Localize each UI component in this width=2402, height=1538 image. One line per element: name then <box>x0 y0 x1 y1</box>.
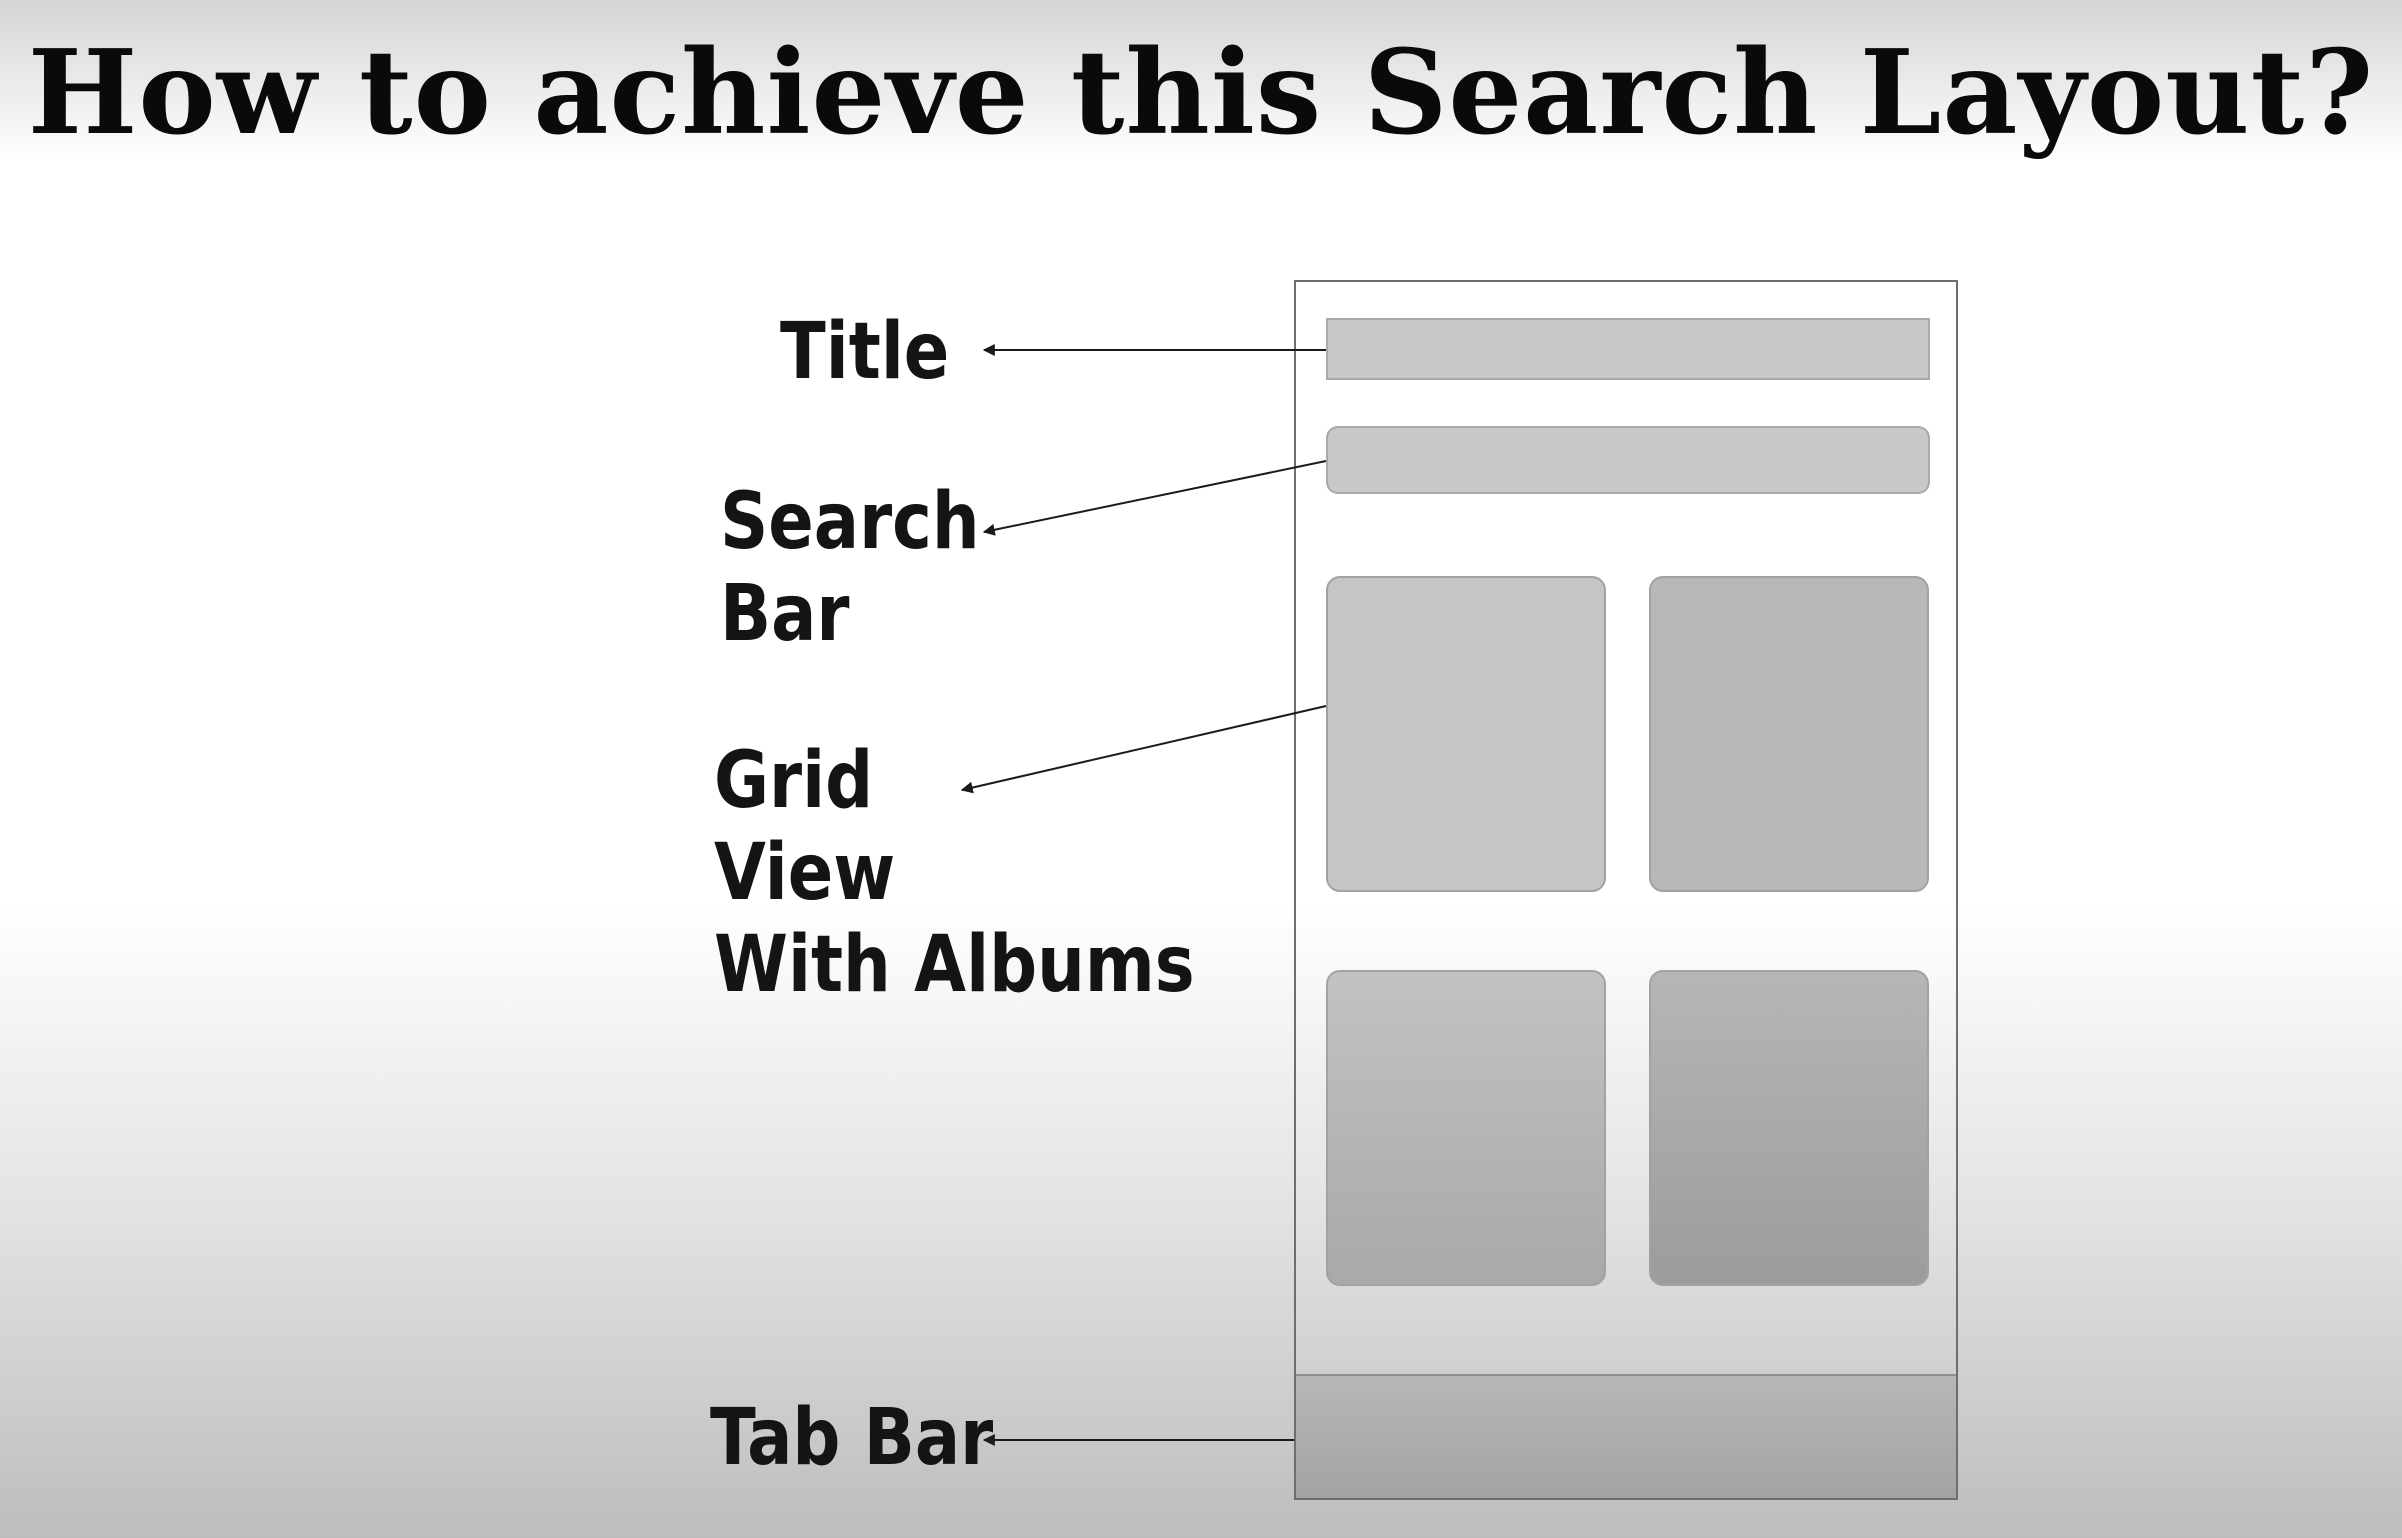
label-search-bar-line-1: Search <box>720 477 980 567</box>
label-title: Title <box>780 306 949 398</box>
label-search-bar-line-2: Bar <box>720 569 850 659</box>
wireframe-search-bar <box>1326 426 1930 494</box>
annotation-arrows <box>960 344 1327 1446</box>
label-grid-view-line-1: Grid <box>714 736 874 826</box>
wireframe-album-tile <box>1649 576 1929 892</box>
label-tab-bar: Tab Bar <box>710 1392 993 1484</box>
label-grid-view-line-3: With Albums <box>714 920 1195 1010</box>
label-title-text: Title <box>780 307 950 397</box>
label-search-bar: Search Bar <box>720 476 980 660</box>
wireframe-tab-bar <box>1296 1374 1956 1498</box>
wireframe-album-tile <box>1326 576 1606 892</box>
wireframe-album-tile <box>1326 970 1606 1286</box>
label-tab-bar-text: Tab Bar <box>710 1393 994 1483</box>
arrow-search-bar <box>982 460 1327 536</box>
phone-wireframe <box>1294 280 1958 1500</box>
label-grid-view: Grid View With Albums <box>714 735 1195 1011</box>
wireframe-album-tile <box>1649 970 1929 1286</box>
slide-title: How to achieve this Search Layout? <box>27 25 2375 161</box>
wireframe-title-bar <box>1326 318 1930 380</box>
label-grid-view-line-2: View <box>714 828 896 918</box>
